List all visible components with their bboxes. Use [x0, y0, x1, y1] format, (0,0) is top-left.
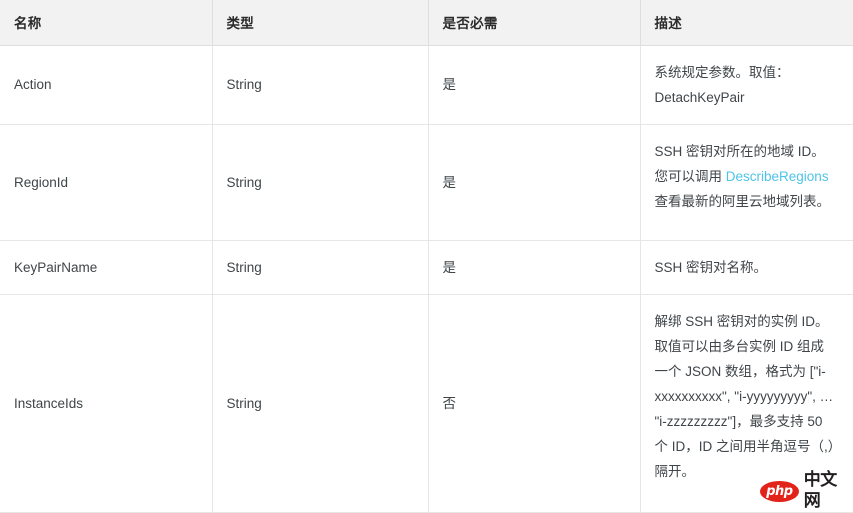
description-text: 系统规定参数。取值：DetachKeyPair [654, 64, 790, 105]
cell-param-name: InstanceIds [0, 294, 213, 513]
column-header-name: 名称 [0, 0, 213, 46]
description-text: 解绑 SSH 密钥对的实例 ID。取值可以由多台实例 ID 组成一个 JSON … [654, 313, 835, 479]
table-body: Action String 是 系统规定参数。取值：DetachKeyPair … [0, 45, 853, 513]
cell-param-type: String [212, 294, 429, 513]
column-header-desc: 描述 [640, 0, 853, 46]
table-row: InstanceIds String 否 解绑 SSH 密钥对的实例 ID。取值… [0, 294, 853, 513]
cell-param-description: 解绑 SSH 密钥对的实例 ID。取值可以由多台实例 ID 组成一个 JSON … [640, 294, 853, 513]
cell-param-description: 系统规定参数。取值：DetachKeyPair [640, 45, 853, 125]
cell-param-required: 是 [428, 124, 641, 241]
cell-param-name: Action [0, 45, 213, 125]
table-row: Action String 是 系统规定参数。取值：DetachKeyPair [0, 45, 853, 125]
cell-param-required: 是 [428, 45, 641, 125]
cell-param-type: String [212, 124, 429, 241]
description-text-after: 查看最新的阿里云地域列表。 [654, 193, 831, 209]
description-text: SSH 密钥对名称。 [654, 259, 768, 275]
cell-param-type: String [212, 45, 429, 125]
column-header-required: 是否必需 [428, 0, 641, 46]
cell-param-type: String [212, 240, 429, 295]
cell-param-required: 否 [428, 294, 641, 513]
table-row: KeyPairName String 是 SSH 密钥对名称。 [0, 240, 853, 295]
table-header-row: 名称 类型 是否必需 描述 [0, 0, 853, 46]
cell-param-description: SSH 密钥对名称。 [640, 240, 853, 295]
table-row: RegionId String 是 SSH 密钥对所在的地域 ID。您可以调用 … [0, 124, 853, 241]
cell-param-name: KeyPairName [0, 240, 213, 295]
describe-regions-link[interactable]: DescribeRegions [726, 169, 829, 184]
api-parameters-table: 名称 类型 是否必需 描述 Action String 是 系统规定参数。取值：… [0, 0, 853, 513]
cell-param-description: SSH 密钥对所在的地域 ID。您可以调用 DescribeRegions 查看… [640, 124, 853, 241]
cell-param-name: RegionId [0, 124, 213, 241]
cell-param-required: 是 [428, 240, 641, 295]
column-header-type: 类型 [212, 0, 429, 46]
table-header: 名称 类型 是否必需 描述 [0, 0, 853, 46]
